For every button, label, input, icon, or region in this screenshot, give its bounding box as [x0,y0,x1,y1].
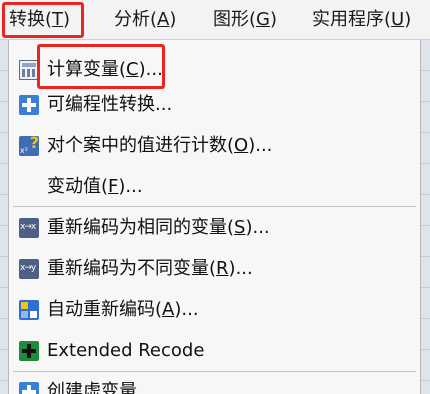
menu-item-extended-recode-label: Extended Recode [47,340,205,361]
menu-item-shift-values[interactable]: 变动值(F)... [9,169,420,205]
background-grid-right [421,40,430,394]
menu-item-recode-same-label: 重新编码为相同的变量(S)... [47,217,270,238]
menu-item-automatic-recode[interactable]: 自动重新编码(A)... [9,292,420,328]
menu-utilities-label: 实用程序( [312,9,392,30]
highlight-transform-menu [2,2,84,38]
menu-separator [13,206,416,207]
background-grid-left [0,40,8,394]
menu-graphs[interactable]: 图形(G) [213,8,277,32]
menu-item-recode-different-label: 重新编码为不同变量(R)... [47,258,253,279]
menu-utilities-paren: ) [404,9,412,30]
menu-graphs-label: 图形( [213,9,257,30]
plus-icon [19,382,39,394]
menu-analyze-label: 分析( [114,9,158,30]
menu-item-automatic-recode-label: 自动重新编码(A)... [47,299,199,320]
recode-same-icon: x→x [19,218,39,238]
menu-item-recode-same-variables[interactable]: x→x 重新编码为相同的变量(S)... [9,210,420,246]
menu-analyze[interactable]: 分析(A) [114,8,176,32]
auto-recode-icon [19,300,39,320]
menu-analyze-paren: ) [169,9,177,30]
menu-item-shift-values-label: 变动值(F)... [47,176,143,197]
extended-recode-icon [19,341,39,361]
menu-graphs-mnemonic: G [256,9,270,30]
menu-separator [13,371,416,372]
count-values-icon: x²? [19,133,39,156]
highlight-compute-variable [37,44,165,89]
menu-utilities[interactable]: 实用程序(U) [312,8,411,32]
menu-graphs-paren: ) [269,9,278,30]
recode-different-icon: x→y [19,259,39,279]
menu-item-create-dummy-variables[interactable]: 创建虚变量 [9,374,420,394]
menu-item-count-values[interactable]: x²? 对个案中的值进行计数(O)... [9,128,420,164]
menu-item-programmability-transformation[interactable]: 可编程性转换... [9,87,420,123]
menu-analyze-mnemonic: A [157,9,170,30]
menu-item-extended-recode[interactable]: Extended Recode [9,333,420,369]
menu-utilities-mnemonic: U [391,9,405,30]
menu-item-programmability-label: 可编程性转换... [47,94,173,115]
menu-item-count-values-label: 对个案中的值进行计数(O)... [47,135,273,156]
menu-item-recode-different-variables[interactable]: x→y 重新编码为不同变量(R)... [9,251,420,287]
plus-icon [19,95,39,115]
calculator-icon [19,60,39,80]
transform-dropdown-menu: 计算变量(C)... 可编程性转换... x²? 对个案中的值进行计数(O)..… [8,40,421,394]
menu-item-create-dummy-label: 创建虚变量 [47,381,137,394]
